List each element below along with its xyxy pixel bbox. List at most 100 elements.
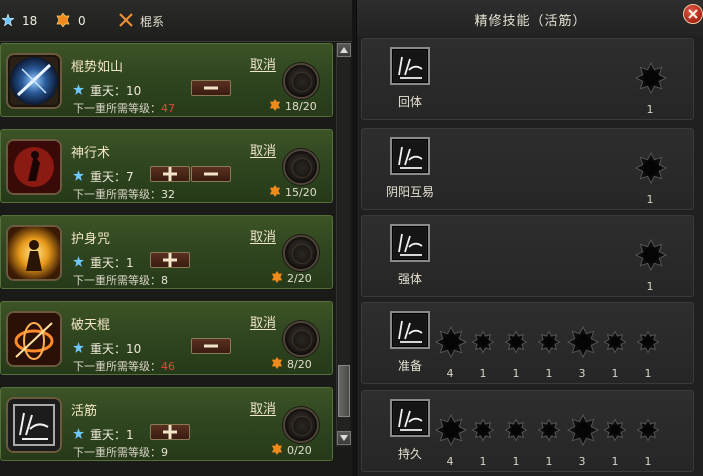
skill-points-used: 18/20 — [269, 99, 317, 114]
refine-skill-name: 强体 — [397, 272, 422, 286]
next-level-requirement: 下一重所需等级：32 — [73, 188, 175, 201]
refine-skill-icon[interactable] — [390, 224, 430, 262]
level-buttons — [150, 252, 190, 268]
orange-gem-icon — [271, 357, 283, 372]
blue-star-icon — [73, 83, 84, 98]
skill-row: 破天棍 取消 重天：10 下一重所需等级：46 8/20 — [0, 301, 333, 375]
refine-slot-star-icon[interactable] — [434, 325, 468, 359]
skill-level: 重天：1 — [73, 426, 134, 443]
next-level-requirement: 下一重所需等级：46 — [73, 360, 175, 373]
blue-star-icon — [73, 169, 84, 184]
skill-slot-knob[interactable] — [283, 321, 319, 357]
shield-spell-icon[interactable] — [6, 225, 62, 281]
skill-list-scrollbar[interactable] — [336, 43, 351, 447]
skill-slot-knob[interactable] — [283, 149, 319, 185]
orange-gem-icon — [269, 99, 281, 114]
skill-slot-knob[interactable] — [283, 407, 319, 443]
refine-slot-star-icon[interactable] — [599, 418, 631, 442]
refine-slot-star-icon[interactable] — [467, 330, 499, 354]
skill-level: 重天：7 — [73, 168, 134, 185]
refine-slot-star-icon[interactable] — [500, 418, 532, 442]
staff-mountain-icon[interactable] — [6, 53, 62, 109]
divine-travel-icon[interactable] — [6, 139, 62, 195]
skill-points-counter: 18 — [1, 12, 38, 30]
orange-gem-icon — [271, 271, 283, 286]
scroll-up-arrow[interactable] — [337, 43, 351, 57]
skill-points-value: 18 — [22, 14, 38, 28]
refine-slot-count: 3 — [578, 367, 586, 380]
refine-slot-count: 4 — [446, 455, 454, 468]
blue-star-icon — [73, 255, 84, 270]
crossed-staffs-icon — [118, 12, 134, 31]
decrease-level-button[interactable] — [191, 166, 231, 182]
skill-name: 护身咒 — [71, 232, 111, 247]
skill-level: 重天：10 — [73, 340, 141, 357]
scroll-down-arrow[interactable] — [337, 431, 351, 445]
next-level-requirement: 下一重所需等级：47 — [73, 102, 175, 115]
skill-points-used: 8/20 — [271, 357, 312, 372]
category-label: 棍系 — [140, 14, 165, 29]
refine-slot-star-icon[interactable] — [566, 413, 600, 447]
orange-gem-icon — [269, 185, 281, 200]
cancel-button[interactable]: 取消 — [250, 140, 276, 159]
refine-slot-star-icon[interactable] — [500, 330, 532, 354]
scrollbar-thumb[interactable] — [338, 365, 350, 417]
skill-name: 棍势如山 — [71, 60, 124, 75]
refine-slot-star-icon[interactable] — [566, 325, 600, 359]
refine-slot-star-icon[interactable] — [467, 418, 499, 442]
refine-slot-count: 1 — [545, 455, 553, 468]
skill-row: 活筋 取消 重天：1 下一重所需等级：9 0/20 — [0, 387, 333, 461]
refine-skill-icon[interactable] — [390, 311, 430, 349]
cancel-button[interactable]: 取消 — [250, 226, 276, 245]
skill-level: 重天：10 — [73, 82, 141, 99]
gold-points-value: 0 — [78, 14, 86, 28]
cancel-button[interactable]: 取消 — [250, 398, 276, 417]
cancel-button[interactable]: 取消 — [250, 54, 276, 73]
refine-row: 准备 4 1 1 1 3 1 1 — [361, 302, 694, 384]
refine-slot-count: 1 — [646, 193, 654, 206]
close-icon — [688, 9, 698, 19]
refine-skill-icon[interactable] — [390, 399, 430, 437]
refine-slot-star-icon[interactable] — [533, 330, 565, 354]
refine-slot-star-icon[interactable] — [634, 151, 668, 185]
refine-slot-star-icon[interactable] — [634, 61, 668, 95]
close-button[interactable] — [683, 4, 703, 24]
increase-level-button[interactable] — [150, 424, 190, 440]
decrease-level-button[interactable] — [191, 80, 231, 96]
refine-skill-icon[interactable] — [390, 137, 430, 175]
refine-slot-star-icon[interactable] — [434, 413, 468, 447]
refine-row: 阴阳互易 1 — [361, 128, 694, 210]
refine-row: 持久 4 1 1 1 3 1 1 — [361, 390, 694, 472]
refine-slot-count: 3 — [578, 455, 586, 468]
skill-points-used: 2/20 — [271, 271, 312, 286]
category-tab[interactable]: 棍系 — [118, 12, 164, 30]
level-buttons — [150, 166, 231, 182]
refine-slot-count: 1 — [611, 455, 619, 468]
refine-skill-icon[interactable] — [390, 47, 430, 85]
skill-list: 棍势如山 取消 重天：10 下一重所需等级：47 18/20 神行术 取消 重天… — [0, 43, 333, 476]
refine-slot-star-icon[interactable] — [634, 238, 668, 272]
increase-level-button[interactable] — [150, 166, 190, 182]
refine-slot-star-icon[interactable] — [632, 418, 664, 442]
skill-slot-knob[interactable] — [283, 235, 319, 271]
increase-level-button[interactable] — [150, 252, 190, 268]
cancel-button[interactable]: 取消 — [250, 312, 276, 331]
skill-points-used: 0/20 — [271, 443, 312, 458]
skill-name: 神行术 — [71, 146, 111, 161]
skill-slot-knob[interactable] — [283, 63, 319, 99]
refine-slot-count: 1 — [545, 367, 553, 380]
refine-slot-star-icon[interactable] — [632, 330, 664, 354]
sky-break-icon[interactable] — [6, 311, 62, 367]
blue-star-icon — [73, 341, 84, 356]
refine-slot-count: 1 — [644, 367, 652, 380]
refine-skill-name: 阴阳互易 — [385, 185, 434, 199]
decrease-level-button[interactable] — [191, 338, 231, 354]
tendon-icon[interactable] — [6, 397, 62, 453]
refine-slot-count: 1 — [479, 367, 487, 380]
skill-name: 破天棍 — [71, 318, 111, 333]
level-buttons — [191, 80, 231, 96]
refine-panel: 精修技能（活筋） 回体 1 阴阳互易 1 强体 1 准备 4 1 1 1 3 1 1 持久 4 1 1 1 3 1 1 — [356, 0, 703, 476]
refine-slot-star-icon[interactable] — [599, 330, 631, 354]
skill-level: 重天：1 — [73, 254, 134, 271]
refine-slot-star-icon[interactable] — [533, 418, 565, 442]
